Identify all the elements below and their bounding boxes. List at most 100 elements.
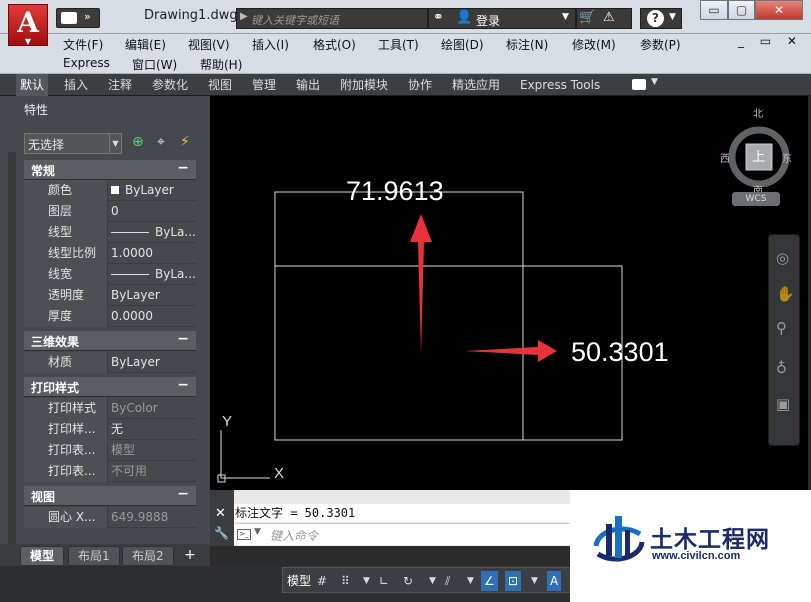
login-dropdown-icon[interactable]: ▼: [562, 12, 569, 22]
prop-value[interactable]: ByLa...: [108, 264, 196, 285]
help-icon[interactable]: ?: [647, 10, 664, 27]
prop-value[interactable]: 无: [108, 419, 196, 440]
grid-icon[interactable]: #: [317, 571, 327, 591]
tab-manage[interactable]: 管理: [248, 74, 280, 96]
object-snap-icon[interactable]: ⊡: [505, 571, 522, 591]
tab-layout1[interactable]: 布局1: [68, 546, 120, 566]
tab-layout2[interactable]: 布局2: [122, 546, 174, 566]
prop-row-linetype[interactable]: 线型 ByLa...: [24, 222, 196, 243]
collapse-icon[interactable]: −: [177, 160, 189, 176]
document-window-controls[interactable]: _ ▭ ✕: [738, 34, 803, 48]
tab-view[interactable]: 视图: [204, 74, 236, 96]
search-expand-icon[interactable]: ▶: [240, 11, 248, 22]
prop-row-center-x[interactable]: 圆心 X... 649.9888: [24, 507, 196, 528]
command-input[interactable]: >_ ▼ 键入命令: [234, 523, 570, 545]
login-button[interactable]: 登录: [476, 12, 500, 29]
wrench-icon[interactable]: 🔧: [214, 526, 229, 540]
help-area[interactable]: ? ▼: [640, 8, 682, 29]
menu-parametric[interactable]: 参数(P): [640, 36, 681, 53]
ribbon-options-caret-icon[interactable]: ▼: [651, 77, 658, 87]
tab-express-tools[interactable]: Express Tools: [516, 74, 604, 96]
menu-modify[interactable]: 修改(M): [572, 36, 616, 53]
tab-collaborate[interactable]: 协作: [404, 74, 436, 96]
isodraft-caret-icon[interactable]: ▼: [467, 571, 474, 591]
wcs-menu[interactable]: WCS: [732, 192, 780, 206]
menu-draw[interactable]: 绘图(D): [441, 36, 484, 53]
annotation-visibility-icon[interactable]: A: [547, 571, 562, 591]
object-snap-tracking-icon[interactable]: ∠: [481, 571, 498, 591]
prop-value[interactable]: ByLayer: [108, 352, 196, 373]
menu-help[interactable]: 帮助(H): [200, 56, 242, 73]
menu-view[interactable]: 视图(V): [188, 36, 230, 53]
section-3d-effects[interactable]: 三维效果 −: [24, 331, 196, 351]
rectangle-upper[interactable]: [274, 191, 524, 441]
snap-caret-icon[interactable]: ▼: [363, 571, 370, 591]
palette-strip[interactable]: [8, 152, 16, 572]
tab-addins[interactable]: 附加模块: [336, 74, 392, 96]
prop-value[interactable]: 1.0000: [108, 243, 196, 264]
menu-format[interactable]: 格式(O): [313, 36, 356, 53]
tab-model[interactable]: 模型: [20, 546, 65, 566]
quick-select-icon[interactable]: ⚡: [180, 134, 190, 150]
open-file-icon[interactable]: [61, 12, 77, 24]
prop-row-lineweight[interactable]: 线宽 ByLa...: [24, 264, 196, 285]
ribbon-toggle-icon[interactable]: [632, 79, 646, 90]
dimension-text-vertical[interactable]: 71.9613: [346, 176, 444, 207]
menu-insert[interactable]: 插入(I): [252, 36, 289, 53]
toggle-pickadd-icon[interactable]: ⊕: [132, 134, 144, 150]
prop-row-color[interactable]: 颜色 ByLayer: [24, 180, 196, 201]
object-snap-caret-icon[interactable]: ▼: [531, 571, 538, 591]
prop-row-plot-style[interactable]: 打印样式 ByColor: [24, 398, 196, 419]
binoculars-icon[interactable]: ⚭: [433, 10, 444, 25]
add-layout-icon[interactable]: +: [180, 546, 200, 565]
section-view[interactable]: 视图 −: [24, 486, 196, 506]
store-tools[interactable]: 🛒 ⚠: [576, 8, 632, 29]
menu-dimension[interactable]: 标注(N): [506, 36, 548, 53]
menu-file[interactable]: 文件(F): [63, 36, 103, 53]
steering-wheel-icon[interactable]: ◎: [776, 249, 789, 267]
zoom-icon[interactable]: ⚲: [776, 319, 787, 337]
tab-featured-apps[interactable]: 精选应用: [448, 74, 504, 96]
tab-default[interactable]: 默认: [16, 74, 49, 96]
viewcube[interactable]: 北 西 东 南 上: [720, 109, 796, 202]
prop-row-plot-table-attached[interactable]: 打印表... 模型: [24, 440, 196, 461]
section-plot-style[interactable]: 打印样式 −: [24, 377, 196, 397]
prop-value[interactable]: 0: [108, 201, 196, 222]
recent-commands-caret-icon[interactable]: ▼: [254, 527, 261, 537]
drawing-canvas[interactable]: Y X 71.9613 50.3301 北 西 东 南 上 WCS ◎ ✋ ⚲ …: [210, 96, 808, 490]
search-field[interactable]: ▶ 键入关键字或短语: [236, 8, 428, 29]
prop-row-material[interactable]: 材质 ByLayer: [24, 352, 196, 373]
polar-caret-icon[interactable]: ▼: [429, 571, 436, 591]
exchange-icon[interactable]: ⚠: [603, 10, 615, 25]
prop-value[interactable]: 0.0000: [108, 306, 196, 327]
toolbar-more-icon[interactable]: »: [84, 10, 91, 23]
collapse-icon[interactable]: −: [177, 377, 189, 393]
menu-edit[interactable]: 编辑(E): [125, 36, 166, 53]
close-icon[interactable]: ✕: [215, 506, 226, 521]
section-general[interactable]: 常规 −: [24, 160, 196, 180]
maximize-button[interactable]: ▢: [728, 0, 755, 20]
prop-row-thickness[interactable]: 厚度 0.0000: [24, 306, 196, 327]
application-menu-button[interactable]: A ▼: [8, 4, 48, 46]
polar-icon[interactable]: ↻: [403, 571, 413, 591]
prop-value[interactable]: ByLa...: [108, 222, 196, 243]
selection-dropdown[interactable]: 无选择 ▼: [24, 133, 122, 154]
minimize-button[interactable]: ▭: [700, 0, 728, 20]
menu-express[interactable]: Express: [63, 56, 110, 70]
quick-access-toolbar[interactable]: »: [56, 8, 100, 28]
close-button[interactable]: ✕: [755, 0, 803, 20]
pan-hand-icon[interactable]: ✋: [776, 285, 795, 303]
prop-row-plot-table-type[interactable]: 打印表... 不可用: [24, 461, 196, 482]
orbit-icon[interactable]: ♁: [776, 359, 787, 377]
command-prompt-icon[interactable]: >_: [237, 529, 251, 540]
viewcube-face-top[interactable]: 上: [752, 146, 765, 165]
menu-window[interactable]: 窗口(W): [132, 56, 177, 73]
collapse-icon[interactable]: −: [177, 486, 189, 502]
tab-annotate[interactable]: 注释: [104, 74, 136, 96]
tab-parametric[interactable]: 参数化: [148, 74, 192, 96]
collapse-icon[interactable]: −: [177, 331, 189, 347]
tab-insert[interactable]: 插入: [60, 74, 92, 96]
cart-icon[interactable]: 🛒: [579, 10, 595, 25]
menu-tools[interactable]: 工具(T): [378, 36, 419, 53]
prop-row-linetype-scale[interactable]: 线型比例 1.0000: [24, 243, 196, 264]
